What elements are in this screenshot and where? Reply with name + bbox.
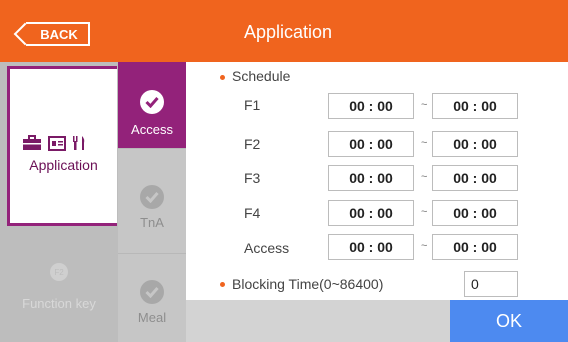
function-key-icon: F2 (50, 263, 68, 281)
tab-meal[interactable]: Meal (118, 253, 186, 342)
fork-knife-icon (73, 136, 85, 150)
page-title: Application (244, 22, 333, 42)
schedule-row-label: F4 (244, 205, 261, 221)
briefcase-icon (23, 135, 41, 150)
application-label: Application (29, 157, 98, 173)
tab-label: Access (131, 122, 173, 137)
time-to-input[interactable]: 00 : 00 (432, 200, 518, 226)
id-card-icon (48, 136, 66, 151)
bullet-icon (220, 75, 225, 80)
tab-access[interactable]: Access (118, 62, 186, 148)
time-to-input[interactable]: 00 : 00 (432, 165, 518, 191)
back-label: BACK (40, 26, 78, 42)
menu-item-function-key[interactable]: Function key (0, 296, 118, 311)
time-to-input[interactable]: 00 : 00 (432, 93, 518, 119)
check-icon (140, 280, 164, 304)
time-to-input[interactable]: 00 : 00 (432, 234, 518, 260)
schedule-row-label: F3 (244, 170, 261, 186)
schedule-row-label: Access (244, 240, 290, 256)
time-from-input[interactable]: 00 : 00 (328, 165, 414, 191)
tab-label: TnA (140, 215, 164, 230)
bullet-icon (220, 282, 225, 287)
range-separator: ~ (421, 171, 428, 183)
tab-label: Meal (137, 310, 167, 325)
application-icons (22, 135, 86, 151)
time-from-input[interactable]: 00 : 00 (328, 234, 414, 260)
back-arrow-icon (13, 22, 37, 46)
range-separator: ~ (421, 99, 428, 111)
time-to-input[interactable]: 00 : 00 (432, 131, 518, 157)
check-icon (140, 90, 164, 114)
blocking-time-label: Blocking Time(0~86400) (232, 276, 384, 292)
schedule-row-label: F2 (244, 136, 261, 152)
time-from-input[interactable]: 00 : 00 (328, 93, 414, 119)
range-separator: ~ (421, 137, 428, 149)
header-bar: BACK Application (0, 0, 568, 62)
schedule-heading: Schedule (232, 68, 291, 84)
time-from-input[interactable]: 00 : 00 (328, 200, 414, 226)
range-separator: ~ (421, 240, 428, 252)
schedule-row-label: F1 (244, 97, 261, 113)
range-separator: ~ (421, 206, 428, 218)
time-from-input[interactable]: 00 : 00 (328, 131, 414, 157)
tab-tna[interactable]: TnA (118, 148, 186, 234)
blocking-time-input[interactable]: 0 (464, 271, 518, 297)
back-button[interactable]: BACK (13, 22, 90, 46)
ok-button[interactable]: OK (450, 300, 568, 342)
check-icon (140, 185, 164, 209)
menu-item-application[interactable]: Application (7, 66, 117, 226)
